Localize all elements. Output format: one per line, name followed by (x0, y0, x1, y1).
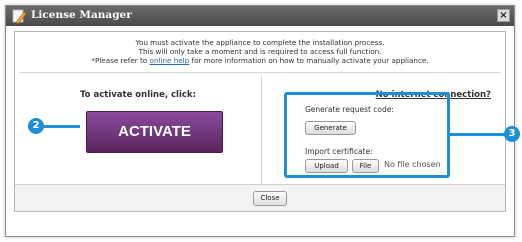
close-button[interactable]: Close (253, 191, 287, 206)
intro-line-1: You must activate the appliance to compl… (135, 38, 385, 47)
window-title: License Manager (31, 9, 132, 21)
intro-text: You must activate the appliance to compl… (15, 38, 505, 65)
activate-button[interactable]: ACTIVATE (86, 111, 223, 153)
intro-line-2: This will only take a moment and is requ… (138, 47, 382, 56)
titlebar: License Manager × (6, 6, 514, 26)
footer-bar: Close (15, 184, 505, 211)
offline-options-callout-box (284, 92, 450, 178)
online-activation-heading: To activate online, click: (80, 90, 196, 100)
intro-line-3: *Please refer to online help for more in… (15, 56, 505, 65)
callout-badge-2: 2 (28, 118, 44, 134)
intro-line-3-suffix: for more information on how to manually … (189, 56, 429, 65)
pencil-document-icon (12, 9, 27, 24)
horizontal-divider (19, 72, 501, 73)
callout-badge-3: 3 (504, 126, 520, 142)
online-help-link[interactable]: online help (150, 56, 190, 65)
offline-callout-line (450, 133, 507, 136)
activate-callout-line (40, 125, 80, 128)
window-close-button[interactable]: × (497, 9, 510, 22)
intro-line-3-prefix: *Please refer to (91, 56, 150, 65)
